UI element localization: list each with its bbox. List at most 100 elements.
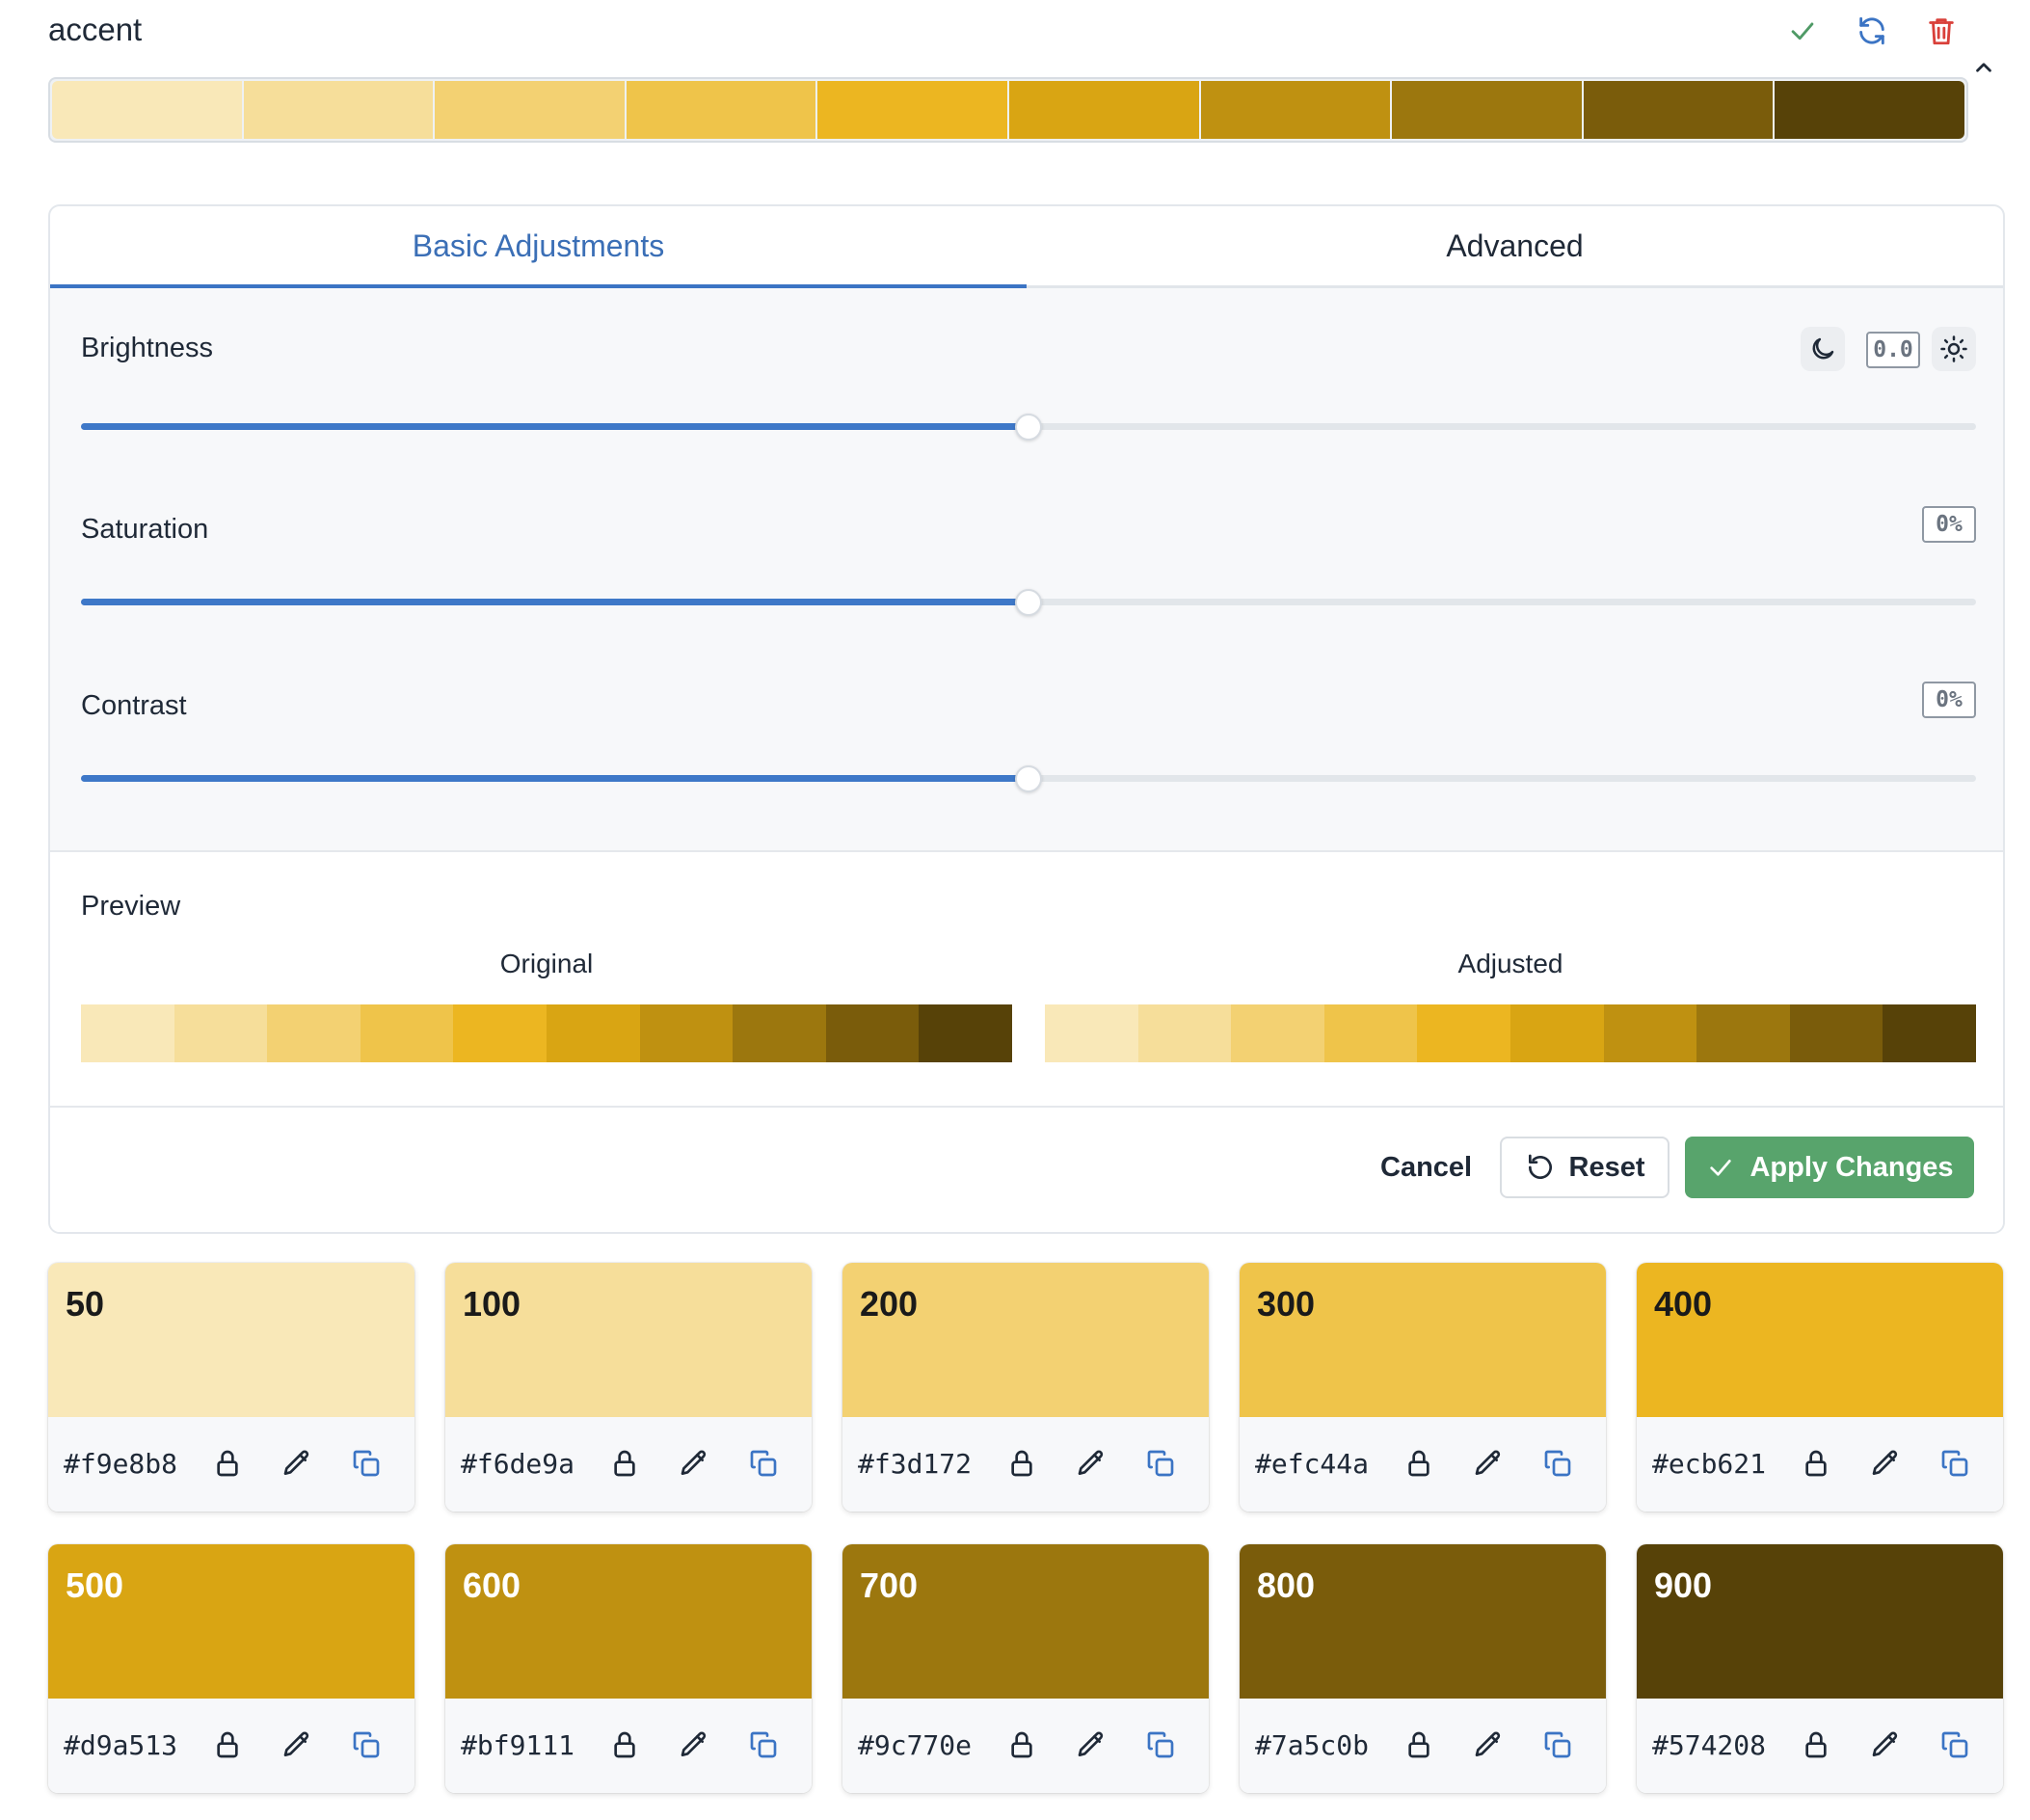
tab-advanced[interactable]: Advanced xyxy=(1027,206,2003,285)
shade-hex: #d9a513 xyxy=(64,1729,178,1761)
shade-footer: #9c770e xyxy=(842,1699,1209,1793)
preview-swatch xyxy=(453,1004,547,1062)
pencil-icon[interactable] xyxy=(1072,1444,1110,1483)
shade-card[interactable]: 900 #574208 xyxy=(1637,1544,2003,1793)
shade-footer: #7a5c0b xyxy=(1240,1699,1606,1793)
lock-icon[interactable] xyxy=(1797,1726,1835,1764)
tab-basic-adjustments[interactable]: Basic Adjustments xyxy=(50,206,1027,288)
shade-color[interactable]: 300 xyxy=(1240,1263,1606,1417)
copy-icon[interactable] xyxy=(1538,1726,1577,1764)
pencil-icon[interactable] xyxy=(278,1444,316,1483)
shade-card[interactable]: 100 #f6de9a xyxy=(445,1263,812,1512)
shade-name: 600 xyxy=(463,1566,521,1605)
shade-card[interactable]: 200 #f3d172 xyxy=(842,1263,1209,1512)
copy-icon[interactable] xyxy=(744,1726,783,1764)
palette-swatch[interactable] xyxy=(1200,81,1391,139)
shade-color[interactable]: 400 xyxy=(1637,1263,2003,1417)
shade-color[interactable]: 50 xyxy=(48,1263,414,1417)
pencil-icon[interactable] xyxy=(1469,1726,1508,1764)
sun-icon[interactable] xyxy=(1932,327,1976,371)
palette-swatch[interactable] xyxy=(52,81,242,139)
preview-swatch xyxy=(546,1004,640,1062)
shade-color[interactable]: 200 xyxy=(842,1263,1209,1417)
saturation-slider-thumb[interactable] xyxy=(1015,588,1042,616)
shade-name: 900 xyxy=(1654,1566,1713,1605)
palette-swatch[interactable] xyxy=(243,81,434,139)
copy-icon[interactable] xyxy=(1141,1726,1180,1764)
refresh-icon[interactable] xyxy=(1851,10,1893,52)
shade-card[interactable]: 800 #7a5c0b xyxy=(1240,1544,1606,1793)
preview-swatch xyxy=(1231,1004,1324,1062)
shade-card[interactable]: 300 #efc44a xyxy=(1240,1263,1606,1512)
moon-icon[interactable] xyxy=(1801,327,1845,371)
shade-card[interactable]: 400 #ecb621 xyxy=(1637,1263,2003,1512)
lock-icon[interactable] xyxy=(1400,1444,1438,1483)
shade-card[interactable]: 700 #9c770e xyxy=(842,1544,1209,1793)
pencil-icon[interactable] xyxy=(1072,1726,1110,1764)
apply-changes-button[interactable]: Apply Changes xyxy=(1685,1137,1974,1198)
shade-card[interactable]: 500 #d9a513 xyxy=(48,1544,414,1793)
palette-swatch[interactable] xyxy=(1392,81,1582,139)
palette-swatch[interactable] xyxy=(1775,81,1964,139)
palette-swatch[interactable] xyxy=(626,81,816,139)
shade-hex: #efc44a xyxy=(1255,1448,1370,1480)
copy-icon[interactable] xyxy=(1936,1726,1974,1764)
pencil-icon[interactable] xyxy=(1866,1444,1905,1483)
shade-color[interactable]: 700 xyxy=(842,1544,1209,1699)
lock-icon[interactable] xyxy=(605,1444,644,1483)
shade-color[interactable]: 600 xyxy=(445,1544,812,1699)
pencil-icon[interactable] xyxy=(675,1726,713,1764)
check-icon[interactable] xyxy=(1781,10,1824,52)
preview-swatch xyxy=(1789,1004,1883,1062)
lock-icon[interactable] xyxy=(1002,1444,1041,1483)
brightness-slider-thumb[interactable] xyxy=(1015,413,1042,441)
lock-icon[interactable] xyxy=(208,1726,247,1764)
preview-title: Preview xyxy=(81,891,181,922)
shade-card[interactable]: 50 #f9e8b8 xyxy=(48,1263,414,1512)
brightness-slider-fill xyxy=(81,423,1028,430)
shade-color[interactable]: 800 xyxy=(1240,1544,1606,1699)
lock-icon[interactable] xyxy=(1797,1444,1835,1483)
contrast-slider-thumb[interactable] xyxy=(1015,764,1042,792)
preview-section: Preview Original Adjusted xyxy=(50,852,2003,1108)
pencil-icon[interactable] xyxy=(675,1444,713,1483)
pencil-icon[interactable] xyxy=(1866,1726,1905,1764)
shade-name: 700 xyxy=(860,1566,919,1605)
lock-icon[interactable] xyxy=(1002,1726,1041,1764)
chevron-up-icon[interactable] xyxy=(1966,50,2001,85)
palette-swatch[interactable] xyxy=(1583,81,1774,139)
shade-color[interactable]: 100 xyxy=(445,1263,812,1417)
copy-icon[interactable] xyxy=(347,1444,386,1483)
contrast-slider-fill xyxy=(81,775,1028,782)
shade-color[interactable]: 500 xyxy=(48,1544,414,1699)
pencil-icon[interactable] xyxy=(1469,1444,1508,1483)
copy-icon[interactable] xyxy=(744,1444,783,1483)
preview-swatch xyxy=(174,1004,268,1062)
lock-icon[interactable] xyxy=(1400,1726,1438,1764)
pencil-icon[interactable] xyxy=(278,1726,316,1764)
shade-name: 500 xyxy=(66,1566,124,1605)
palette-swatch[interactable] xyxy=(1008,81,1199,139)
preview-original-label: Original xyxy=(499,949,594,978)
brightness-slider[interactable] xyxy=(81,413,1976,441)
saturation-slider[interactable] xyxy=(81,588,1976,616)
shade-footer: #ecb621 xyxy=(1637,1417,2003,1512)
copy-icon[interactable] xyxy=(347,1726,386,1764)
preview-swatch xyxy=(1137,1004,1232,1062)
reset-button[interactable]: Reset xyxy=(1500,1137,1669,1198)
shade-color[interactable]: 900 xyxy=(1637,1544,2003,1699)
trash-icon[interactable] xyxy=(1920,10,1963,52)
contrast-slider[interactable] xyxy=(81,764,1976,792)
shade-card[interactable]: 600 #bf9111 xyxy=(445,1544,812,1793)
lock-icon[interactable] xyxy=(208,1444,247,1483)
copy-icon[interactable] xyxy=(1936,1444,1974,1483)
lock-icon[interactable] xyxy=(605,1726,644,1764)
preview-original: Original xyxy=(81,949,1012,1062)
copy-icon[interactable] xyxy=(1538,1444,1577,1483)
palette-swatch[interactable] xyxy=(817,81,1007,139)
shade-footer: #f9e8b8 xyxy=(48,1417,414,1512)
palette-swatch[interactable] xyxy=(435,81,625,139)
copy-icon[interactable] xyxy=(1141,1444,1180,1483)
cancel-button[interactable]: Cancel xyxy=(1361,1137,1491,1198)
palette-strip xyxy=(48,77,1968,143)
